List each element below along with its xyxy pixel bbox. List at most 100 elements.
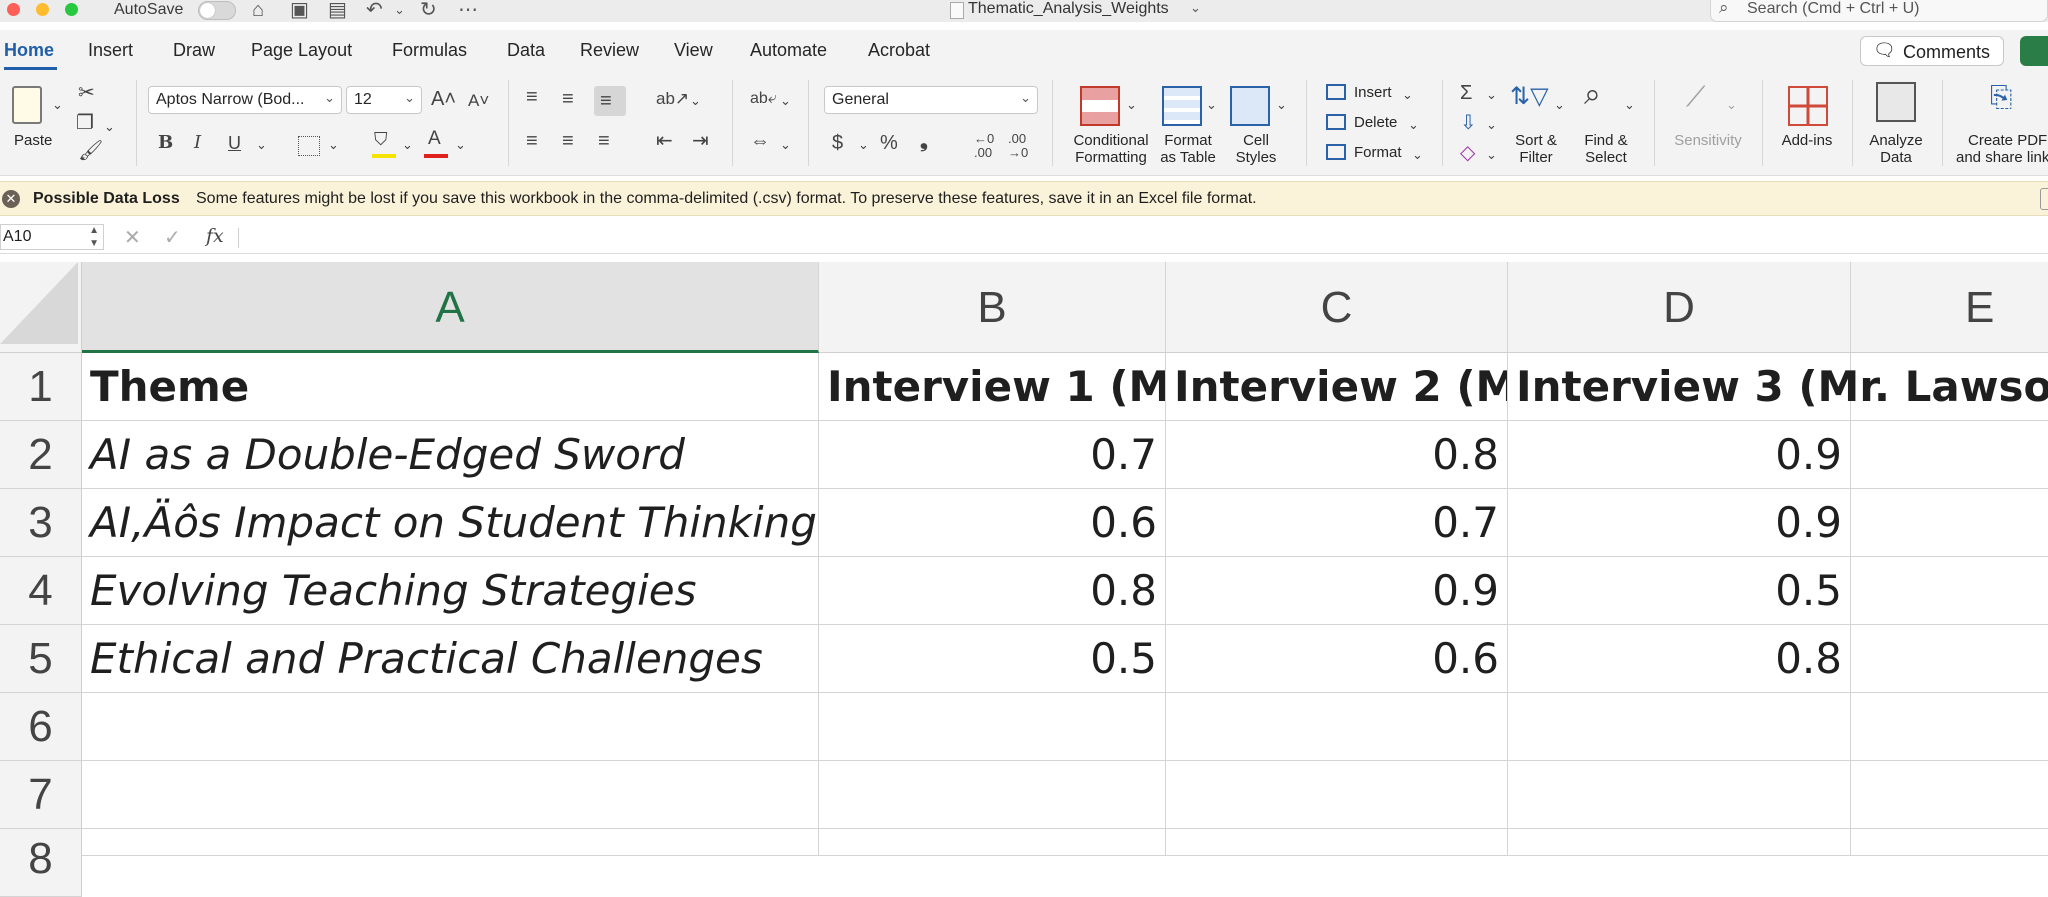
merge-dropdown-icon[interactable]: ⌄ bbox=[780, 134, 791, 156]
cancel-entry-icon[interactable]: ✕ bbox=[124, 225, 141, 250]
row-header[interactable]: 5 bbox=[0, 625, 82, 693]
percent-icon[interactable]: % bbox=[880, 132, 898, 154]
comments-button[interactable]: 🗨 Comments bbox=[1860, 36, 2004, 66]
cell-d3[interactable]: 0.9 bbox=[1508, 489, 1851, 557]
align-top-icon[interactable]: ≡ bbox=[526, 86, 538, 108]
underline-icon[interactable]: U bbox=[228, 132, 241, 154]
increase-font-size-icon[interactable]: A˄ bbox=[431, 88, 456, 110]
add-ins-button[interactable]: Add-ins bbox=[1774, 132, 1840, 149]
format-as-table-button[interactable]: Format as Table bbox=[1150, 132, 1226, 166]
format-as-table-dropdown-icon[interactable]: ⌄ bbox=[1206, 94, 1217, 116]
cell-b8[interactable] bbox=[819, 829, 1166, 856]
cell-styles-icon[interactable] bbox=[1230, 86, 1270, 126]
cell-e5[interactable] bbox=[1851, 625, 2048, 693]
cell-a1[interactable]: Theme bbox=[82, 353, 819, 421]
undo-dropdown-icon[interactable]: ⌄ bbox=[394, 0, 405, 22]
paste-icon[interactable] bbox=[12, 86, 42, 124]
align-right-icon[interactable]: ≡ bbox=[598, 130, 610, 152]
cell-d5[interactable]: 0.8 bbox=[1508, 625, 1851, 693]
cell-e4[interactable] bbox=[1851, 557, 2048, 625]
bold-icon[interactable]: B bbox=[158, 132, 173, 154]
find-select-button[interactable]: Find & Select bbox=[1576, 132, 1636, 166]
cell-c1[interactable]: Interview 2 (Ms. Rivera) bbox=[1166, 353, 1508, 421]
align-left-icon[interactable]: ≡ bbox=[526, 130, 538, 152]
cell-c4[interactable]: 0.9 bbox=[1166, 557, 1508, 625]
sort-filter-dropdown-icon[interactable]: ⌄ bbox=[1554, 94, 1565, 116]
wrap-text-dropdown-icon[interactable]: ⌄ bbox=[780, 90, 791, 112]
column-header-b[interactable]: B bbox=[819, 262, 1166, 353]
font-color-dropdown-icon[interactable]: ⌄ bbox=[455, 134, 466, 156]
insert-dropdown-icon[interactable]: ⌄ bbox=[1402, 84, 1413, 106]
cell-b1[interactable]: Interview 1 (Mr. Carter) bbox=[819, 353, 1166, 421]
row-header[interactable]: 6 bbox=[0, 693, 82, 761]
cell-e7[interactable] bbox=[1851, 761, 2048, 829]
format-painter-icon[interactable]: 🖌 bbox=[78, 140, 103, 162]
cell-a6[interactable] bbox=[82, 693, 819, 761]
create-pdf-icon[interactable]: ⎘ bbox=[1990, 83, 2012, 111]
cell-e3[interactable] bbox=[1851, 489, 2048, 557]
autosum-icon[interactable]: Σ bbox=[1460, 82, 1472, 104]
column-header-c[interactable]: C bbox=[1166, 262, 1508, 353]
orientation-icon[interactable]: ab↗ bbox=[656, 88, 689, 110]
tab-data[interactable]: Data bbox=[507, 40, 545, 61]
cell-a3[interactable]: AI‚Äôs Impact on Student Thinking bbox=[82, 489, 819, 557]
format-cells-icon[interactable] bbox=[1326, 144, 1346, 160]
increase-indent-icon[interactable]: ⇥ bbox=[692, 130, 709, 152]
row-header[interactable]: 3 bbox=[0, 489, 82, 557]
cell-b5[interactable]: 0.5 bbox=[819, 625, 1166, 693]
fill-icon[interactable]: ⇩ bbox=[1460, 112, 1477, 134]
sort-filter-button[interactable]: Sort & Filter bbox=[1506, 132, 1566, 166]
cell-c5[interactable]: 0.6 bbox=[1166, 625, 1508, 693]
tab-insert[interactable]: Insert bbox=[88, 40, 133, 61]
undo-icon[interactable]: ↶ bbox=[366, 0, 383, 22]
cut-icon[interactable]: ✂ bbox=[78, 82, 95, 104]
cell-d6[interactable] bbox=[1508, 693, 1851, 761]
row-header[interactable]: 2 bbox=[0, 421, 82, 489]
tab-page-layout[interactable]: Page Layout bbox=[251, 40, 352, 61]
underline-dropdown-icon[interactable]: ⌄ bbox=[256, 134, 267, 156]
cell-d7[interactable] bbox=[1508, 761, 1851, 829]
align-middle-icon[interactable]: ≡ bbox=[562, 88, 574, 110]
cell-styles-button[interactable]: Cell Styles bbox=[1226, 132, 1286, 166]
share-button[interactable] bbox=[2020, 36, 2048, 66]
tab-home[interactable]: Home bbox=[4, 40, 54, 61]
number-format-dropdown[interactable]: General ⌄ bbox=[824, 86, 1038, 114]
zoom-window-icon[interactable] bbox=[65, 3, 78, 16]
column-header-d[interactable]: D bbox=[1508, 262, 1851, 353]
sensitivity-dropdown-icon[interactable]: ⌄ bbox=[1726, 94, 1737, 116]
tab-review[interactable]: Review bbox=[580, 40, 639, 61]
minimize-window-icon[interactable] bbox=[36, 3, 49, 16]
title-chevron-icon[interactable]: ⌄ bbox=[1190, 0, 1201, 16]
tab-draw[interactable]: Draw bbox=[173, 40, 215, 61]
format-as-table-icon[interactable] bbox=[1162, 86, 1202, 126]
paste-dropdown-icon[interactable]: ⌄ bbox=[52, 94, 63, 116]
fill-color-dropdown-icon[interactable]: ⌄ bbox=[402, 134, 413, 156]
delete-cells-button[interactable]: Delete bbox=[1354, 114, 1397, 131]
cell-b4[interactable]: 0.8 bbox=[819, 557, 1166, 625]
cell-d4[interactable]: 0.5 bbox=[1508, 557, 1851, 625]
borders-icon[interactable] bbox=[298, 136, 320, 156]
name-box[interactable]: A10 ▲ ▼ bbox=[0, 224, 104, 250]
message-action-button[interactable] bbox=[2040, 188, 2048, 210]
cell-a7[interactable] bbox=[82, 761, 819, 829]
row-header[interactable]: 4 bbox=[0, 557, 82, 625]
close-message-icon[interactable]: ✕ bbox=[2, 190, 20, 208]
merge-center-icon[interactable]: ⇔ bbox=[750, 130, 770, 152]
cell-a8[interactable] bbox=[82, 829, 819, 856]
column-header-a[interactable]: A bbox=[82, 262, 819, 353]
row-header[interactable]: 7 bbox=[0, 761, 82, 829]
comma-style-icon[interactable]: ❟ bbox=[920, 130, 928, 152]
row-header[interactable]: 1 bbox=[0, 353, 82, 421]
decrease-decimal-icon[interactable]: .00 →0 bbox=[1008, 132, 1028, 160]
search-box[interactable]: ⌕ Search (Cmd + Ctrl + U) bbox=[1710, 0, 2048, 22]
increase-decimal-icon[interactable]: ←0.00 bbox=[974, 132, 994, 160]
redo-icon[interactable]: ↻ bbox=[420, 0, 437, 22]
fill-color-icon[interactable]: ⛉ bbox=[374, 128, 388, 150]
cell-c2[interactable]: 0.8 bbox=[1166, 421, 1508, 489]
fill-dropdown-icon[interactable]: ⌄ bbox=[1486, 114, 1497, 136]
format-dropdown-icon[interactable]: ⌄ bbox=[1412, 144, 1423, 166]
cell-d1[interactable]: Interview 3 (Mr. Lawson) bbox=[1508, 353, 2048, 421]
copy-dropdown-icon[interactable]: ⌄ bbox=[104, 116, 115, 138]
sort-filter-icon[interactable]: ⇅▽ bbox=[1510, 85, 1549, 109]
tab-acrobat[interactable]: Acrobat bbox=[868, 40, 930, 61]
